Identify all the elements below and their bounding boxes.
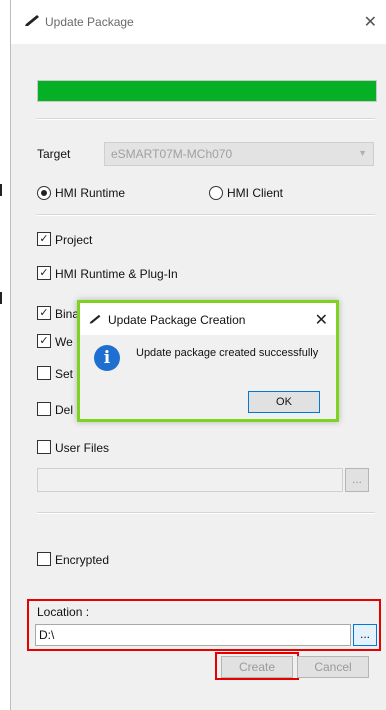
user-files-path-field[interactable] [37,468,343,492]
checkbox-encrypted-label: Encrypted [55,553,110,567]
location-browse-button[interactable]: ... [353,624,377,646]
cancel-button[interactable]: Cancel [297,656,369,678]
separator [37,214,375,216]
chevron-down-icon: ▼ [358,148,367,158]
radio-hmi-client-label: HMI Client [227,186,284,200]
location-input[interactable]: D:\ [35,624,351,646]
checkbox-encrypted[interactable] [37,552,51,566]
location-value: D:\ [39,628,55,642]
checkbox-set-label: Set [55,367,74,381]
checkbox-runtime-plugin[interactable]: ✓ [37,266,51,280]
target-value: eSMART07M-MCh070 [111,147,233,161]
window-title: Update Package [45,15,134,29]
dialog-title: Update Package Creation [108,313,246,327]
separator [37,118,375,120]
separator [37,512,375,514]
checkbox-runtime-plugin-label: HMI Runtime & Plug-In [55,267,178,281]
checkbox-web[interactable]: ✓ [37,334,51,348]
checkbox-binaries-label: Bina [55,307,80,321]
dialog-close-button[interactable]: ✕ [315,310,328,330]
checkbox-project[interactable]: ✓ [37,232,51,246]
radio-hmi-runtime[interactable] [37,186,51,200]
title-bar: Update Package ✕ [11,0,386,44]
progress-fill [38,81,376,101]
radio-hmi-client[interactable] [209,186,223,200]
checkbox-user-files[interactable] [37,440,51,454]
checkbox-binaries[interactable]: ✓ [37,306,51,320]
update-package-creation-dialog: Update Package Creation ✕ i Update packa… [77,300,339,422]
edge-mark [0,292,2,304]
checkbox-web-label: We [55,335,73,349]
close-button[interactable]: ✕ [364,12,377,32]
checkbox-set[interactable] [37,366,51,380]
checkbox-delete-label: Del [55,403,74,417]
checkbox-user-files-label: User Files [55,441,110,455]
radio-hmi-runtime-label: HMI Runtime [55,186,126,200]
ok-button[interactable]: OK [248,391,320,413]
target-label: Target [37,147,71,161]
update-package-window: Update Package ✕ Target eSMART07M-MCh070… [10,0,386,710]
edge-mark [0,184,2,196]
pen-icon [89,314,101,324]
radio-selected-dot [41,190,47,196]
target-combo[interactable]: eSMART07M-MCh070 ▼ [104,142,374,166]
pen-icon [25,15,39,26]
create-button[interactable]: Create [221,656,293,678]
location-label: Location : [37,605,90,619]
progress-bar [37,80,377,102]
info-icon: i [94,345,120,371]
dialog-message: Update package created successfully [136,347,319,359]
checkbox-delete[interactable] [37,402,51,416]
user-files-browse-button[interactable]: ... [345,468,369,492]
dialog-title-bar: Update Package Creation ✕ [80,303,336,335]
checkbox-project-label: Project [55,233,93,247]
